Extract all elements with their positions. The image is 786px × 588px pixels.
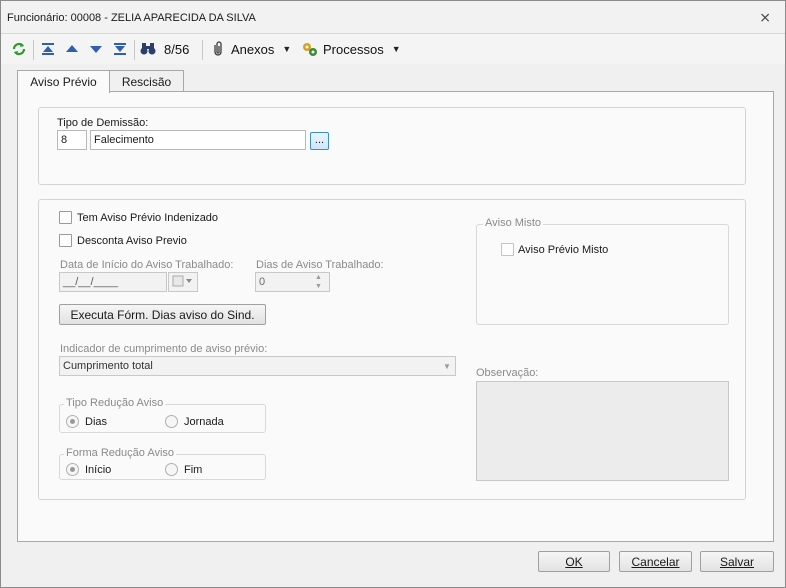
indicador-select[interactable]: Cumprimento total [59, 356, 456, 376]
cancel-button[interactable]: Cancelar [619, 551, 692, 572]
tipo-demissao-lookup-button[interactable]: ... [310, 132, 329, 150]
desconta-aviso-checkbox[interactable] [59, 234, 72, 247]
toolbar-separator [202, 40, 203, 60]
radio-inicio[interactable] [66, 463, 79, 476]
dialog-window: Funcionário: 00008 - ZELIA APARECIDA DA … [0, 0, 786, 588]
toolbar: 8/56 Anexos ▼ Processos ▼ [1, 34, 785, 64]
tab-aviso-previo[interactable]: Aviso Prévio [17, 70, 110, 93]
calendar-dropdown[interactable] [168, 272, 198, 292]
title-bar: Funcionário: 00008 - ZELIA APARECIDA DA … [1, 1, 785, 34]
save-button[interactable]: Salvar [700, 551, 774, 572]
tipo-demissao-code-input[interactable]: 8 [57, 130, 87, 150]
gears-icon [303, 43, 317, 56]
ok-button[interactable]: OK [538, 551, 610, 572]
radio-inicio-label: Início [85, 464, 112, 476]
first-record-icon[interactable] [41, 38, 55, 60]
dias-spinner-icon[interactable]: ▲ ▼ [315, 273, 322, 291]
chevron-down-icon: ▼ [443, 362, 451, 371]
processos-label: Processos [323, 41, 384, 57]
previous-record-icon[interactable] [65, 38, 79, 60]
dias-trabalhado-label: Dias de Aviso Trabalhado: [256, 259, 384, 271]
anexos-label: Anexos [231, 41, 275, 57]
aviso-group: Tem Aviso Prévio Indenizado Desconta Avi… [38, 199, 746, 500]
processos-button[interactable]: Processos ▼ [301, 38, 401, 60]
aviso-indenizado-label: Tem Aviso Prévio Indenizado [77, 212, 219, 224]
last-record-icon[interactable] [113, 38, 127, 60]
toolbar-separator [134, 40, 135, 60]
desconta-aviso-label: Desconta Aviso Previo [77, 235, 187, 247]
calendar-icon [172, 275, 192, 287]
radio-dias[interactable] [66, 415, 79, 428]
executa-formula-button[interactable]: Executa Fórm. Dias aviso do Sind. [59, 304, 266, 325]
ok-label: OK [565, 555, 583, 569]
radio-jornada[interactable] [165, 415, 178, 428]
aviso-misto-label: Aviso Prévio Misto [518, 244, 609, 256]
window-title: Funcionário: 00008 - ZELIA APARECIDA DA … [7, 12, 256, 24]
tipo-demissao-label: Tipo de Demissão: [57, 117, 149, 129]
aviso-indenizado-checkbox[interactable] [59, 211, 72, 224]
indicador-label: Indicador de cumprimento de aviso prévio… [60, 343, 268, 355]
aviso-misto-checkbox[interactable] [501, 243, 514, 256]
tab-panel: Tipo de Demissão: 8 Falecimento ... Tem … [17, 91, 774, 542]
aviso-misto-title: Aviso Misto [483, 217, 544, 229]
forma-reducao-title: Forma Redução Aviso [64, 447, 177, 459]
tipo-reducao-title: Tipo Redução Aviso [64, 397, 166, 409]
tab-rescisao[interactable]: Rescisão [109, 70, 184, 92]
radio-dias-label: Dias [85, 416, 108, 428]
observacao-label: Observação: [476, 367, 539, 379]
radio-fim[interactable] [165, 463, 178, 476]
search-binoculars-icon[interactable] [140, 38, 156, 60]
cancel-label: Cancelar [631, 555, 680, 569]
aviso-misto-group: Aviso Prévio Misto [476, 224, 729, 325]
toolbar-separator [33, 40, 34, 60]
paperclip-icon [214, 41, 222, 56]
chevron-down-icon: ▼ [391, 44, 401, 54]
data-inicio-label: Data de Início do Aviso Trabalhado: [60, 259, 234, 271]
radio-fim-label: Fim [184, 464, 203, 476]
chevron-down-icon: ▼ [282, 44, 292, 54]
radio-jornada-label: Jornada [184, 416, 224, 428]
next-record-icon[interactable] [89, 38, 103, 60]
tipo-demissao-description-input[interactable]: Falecimento [90, 130, 306, 150]
close-icon[interactable]: ⨯ [759, 9, 771, 26]
tipo-demissao-group: Tipo de Demissão: 8 Falecimento ... [38, 107, 746, 185]
refresh-icon[interactable] [11, 38, 27, 60]
record-counter: 8/56 [164, 41, 190, 57]
observacao-textarea[interactable] [476, 381, 729, 481]
save-label: Salvar [719, 555, 754, 569]
data-inicio-input[interactable]: __/__/____ [59, 272, 167, 292]
anexos-button[interactable]: Anexos ▼ [210, 38, 291, 60]
